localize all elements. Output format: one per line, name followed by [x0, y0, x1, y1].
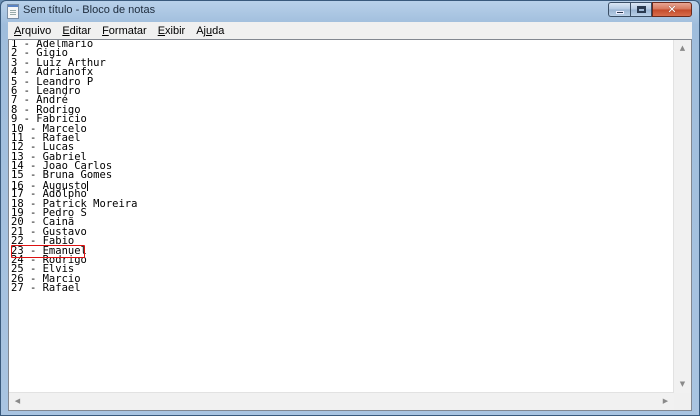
text-line: 23 - Emanuel	[11, 244, 87, 257]
menu-editar[interactable]: Editar	[56, 25, 96, 37]
scroll-left-button[interactable]: ◀	[9, 393, 26, 410]
arrow-left-icon: ◀	[14, 397, 21, 405]
scrollbar-corner	[674, 393, 691, 410]
menu-exibir[interactable]: Exibir	[152, 25, 191, 37]
vertical-scrollbar[interactable]: ▲ ▼	[673, 40, 691, 393]
arrow-right-icon: ▶	[662, 397, 669, 405]
scroll-right-button[interactable]: ▶	[657, 393, 674, 410]
arrow-down-icon: ▼	[679, 380, 686, 388]
text-line: 7 - André	[11, 94, 68, 107]
scroll-up-button[interactable]: ▲	[674, 40, 691, 57]
text-line: 6 - Leandro	[11, 84, 81, 97]
text-line: 10 - Marcelo	[11, 122, 87, 135]
text-line: 3 - Luiz Arthur	[11, 56, 106, 69]
text-line: 1 - Adelmario	[11, 40, 94, 50]
arrow-up-icon: ▲	[679, 44, 686, 52]
window-title: Sem título - Bloco de notas	[23, 4, 156, 16]
text-caret	[86, 180, 88, 191]
text-line: 26 - Marcio	[11, 272, 81, 285]
text-line: 15 - Bruna Gomes	[11, 169, 113, 182]
text-line: 20 - Cainã	[11, 216, 75, 229]
text-line: 25 - Elvis	[11, 263, 75, 276]
maximize-icon	[636, 6, 646, 13]
notepad-window: Sem título - Bloco de notas ✕ Arquivo Ed…	[0, 0, 700, 416]
text-line: 21 - Gustavo	[11, 225, 87, 238]
horizontal-scrollbar[interactable]: ◀ ▶	[9, 392, 674, 410]
text-line: 18 - Patrick Moreira	[11, 197, 138, 210]
text-line: 9 - Fabricio	[11, 113, 87, 126]
menu-bar: Arquivo Editar Formatar Exibir Ajuda	[8, 22, 692, 40]
close-icon: ✕	[667, 3, 677, 16]
close-button[interactable]: ✕	[652, 2, 692, 17]
title-bar[interactable]: Sem título - Bloco de notas ✕	[1, 1, 699, 21]
text-line: 24 - Rodrigo	[11, 253, 87, 266]
minimize-button[interactable]	[608, 2, 630, 17]
text-line: 16 - Augusto	[11, 179, 88, 192]
text-line: 4 - Adrianofx	[11, 66, 94, 79]
text-line: 11 - Rafael	[11, 131, 81, 144]
text-line: 2 - Gigio	[11, 47, 68, 60]
scroll-down-button[interactable]: ▼	[674, 376, 691, 393]
caption-buttons: ✕	[608, 2, 692, 17]
notepad-app-icon[interactable]	[7, 4, 19, 19]
text-line: 5 - Leandro P	[11, 75, 94, 88]
text-line: 12 - Lucas	[11, 141, 75, 154]
text-line: 22 - Fabio	[11, 235, 75, 248]
menu-arquivo[interactable]: Arquivo	[8, 25, 56, 37]
maximize-button[interactable]	[630, 2, 652, 17]
highlight-box	[11, 245, 85, 258]
menu-ajuda[interactable]: Ajuda	[190, 25, 229, 37]
menu-formatar[interactable]: Formatar	[96, 25, 152, 37]
text-line: 27 - Rafael	[11, 282, 81, 295]
text-line: 8 - Rodrigo	[11, 103, 81, 116]
text-editor[interactable]: 1 - Adelmario 2 - Gigio 3 - Luiz Arthur 4 -…	[8, 39, 692, 411]
text-area[interactable]: 1 - Adelmario 2 - Gigio 3 - Luiz Arthur 4 -…	[11, 40, 674, 393]
minimize-icon	[615, 10, 624, 14]
text-line: 19 - Pedro S	[11, 207, 87, 220]
